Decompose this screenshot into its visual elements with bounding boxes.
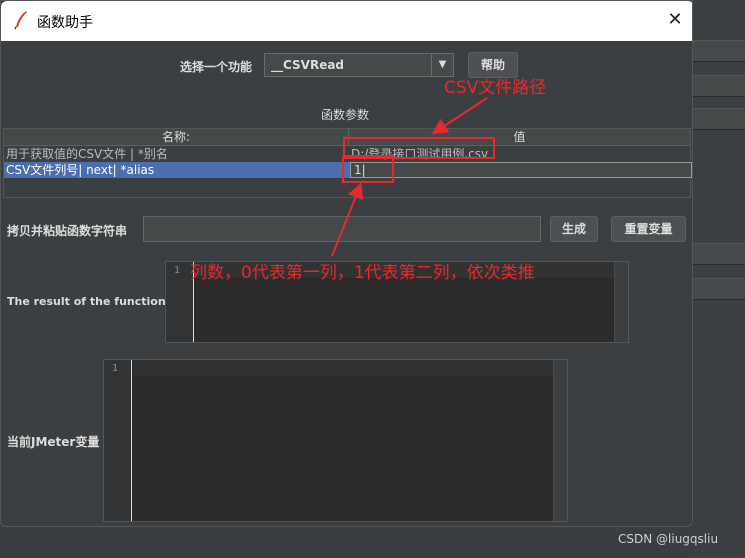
function-dropdown[interactable]: __CSVRead ▼ xyxy=(264,53,454,77)
reset-variables-button[interactable]: 重置变量 xyxy=(611,216,686,242)
function-select-label: 选择一个功能 xyxy=(180,60,253,74)
feather-pen-icon xyxy=(14,11,27,30)
function-string-input[interactable] xyxy=(143,216,541,242)
copy-field-label: 拷贝并粘贴函数字符串 xyxy=(7,224,128,238)
background-strip xyxy=(693,40,745,62)
dialog-titlebar: 函数助手 ✕ xyxy=(1,1,692,41)
background-strip xyxy=(693,108,745,130)
vertical-scrollbar[interactable] xyxy=(614,262,628,342)
variables-label: 当前JMeter变量 xyxy=(7,435,100,449)
function-dropdown-value: __CSVRead xyxy=(271,58,345,72)
column-highlight-box xyxy=(342,155,394,183)
generate-button[interactable]: 生成 xyxy=(550,216,598,242)
result-label: The result of the function is xyxy=(7,295,180,308)
dialog-title: 函数助手 xyxy=(37,15,93,31)
background-strip xyxy=(693,278,745,300)
line-number: 1 xyxy=(174,265,181,276)
vertical-scrollbar[interactable] xyxy=(553,360,567,521)
param-name: CSV文件列号| next| *alias xyxy=(6,163,155,177)
param-value-editor[interactable]: 1| xyxy=(350,162,692,178)
line-number: 1 xyxy=(112,363,119,374)
background-strip xyxy=(693,243,745,265)
variables-editor[interactable]: 1 xyxy=(103,359,568,522)
csv-path-annotation: CSV文件路径 xyxy=(444,78,547,98)
params-section-title: 函数参数 xyxy=(321,108,370,122)
close-button[interactable]: ✕ xyxy=(665,10,685,30)
column-header-name: 名称: xyxy=(4,129,349,146)
current-line-highlight xyxy=(133,360,553,376)
column-annotation: 列数，0代表第一列，1代表第二列，依次类推 xyxy=(190,263,535,283)
background-strip xyxy=(693,75,745,97)
watermark: CSDN @liugqsliu xyxy=(618,532,719,546)
close-icon: ✕ xyxy=(667,9,683,30)
line-number-gutter: 1 xyxy=(104,360,132,521)
param-name: 用于获取值的CSV文件 | *别名 xyxy=(6,147,168,161)
